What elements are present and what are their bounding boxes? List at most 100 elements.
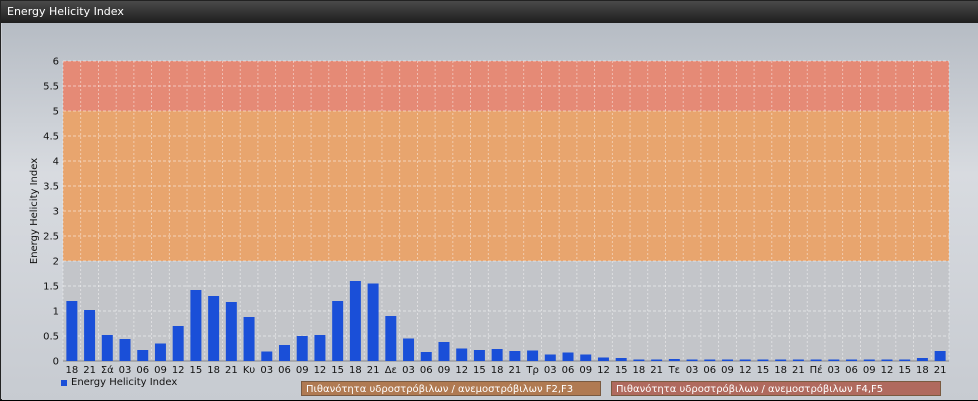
bar bbox=[704, 359, 716, 361]
x-tick-label: 21 bbox=[225, 365, 238, 376]
bar bbox=[66, 301, 78, 361]
x-tick-label: 09 bbox=[296, 365, 309, 376]
bar bbox=[597, 357, 609, 361]
bar bbox=[828, 359, 840, 361]
bar bbox=[544, 354, 556, 361]
x-tick-label: 15 bbox=[190, 365, 203, 376]
x-tick-label: 15 bbox=[757, 365, 770, 376]
x-tick-label: 18 bbox=[774, 365, 787, 376]
x-tick-label: 21 bbox=[508, 365, 521, 376]
bar bbox=[527, 350, 539, 361]
x-tick-label: 12 bbox=[172, 365, 185, 376]
bar bbox=[863, 359, 875, 361]
x-tick-label: 06 bbox=[420, 365, 433, 376]
bar bbox=[580, 354, 592, 361]
bar bbox=[775, 359, 787, 361]
bar bbox=[296, 336, 308, 361]
x-tick-label: 09 bbox=[154, 365, 167, 376]
y-tick-label: 4.5 bbox=[43, 132, 59, 143]
x-tick-label: 06 bbox=[703, 365, 716, 376]
x-tick-label: 21 bbox=[650, 365, 663, 376]
y-tick-label: 5.5 bbox=[43, 82, 59, 93]
x-tick-label: 15 bbox=[898, 365, 911, 376]
x-tick-label: 09 bbox=[579, 365, 592, 376]
bar bbox=[899, 359, 911, 361]
y-tick-label: 3.5 bbox=[43, 182, 59, 193]
x-tick-label: 03 bbox=[544, 365, 557, 376]
x-tick-label: 03 bbox=[402, 365, 415, 376]
y-tick-label: 6 bbox=[53, 57, 59, 68]
bar bbox=[686, 359, 698, 361]
bar bbox=[261, 351, 273, 361]
bar bbox=[385, 316, 397, 361]
bar bbox=[438, 342, 450, 361]
bar bbox=[562, 352, 574, 361]
bar bbox=[420, 352, 432, 361]
y-tick-label: 5 bbox=[53, 107, 59, 118]
x-tick-label: 12 bbox=[314, 365, 327, 376]
y-tick-label: 4 bbox=[53, 157, 59, 168]
bar bbox=[757, 359, 769, 361]
bar bbox=[225, 302, 237, 361]
bar bbox=[332, 301, 344, 361]
legend-swatch bbox=[61, 379, 67, 386]
x-tick-label: 18 bbox=[633, 365, 646, 376]
bar bbox=[473, 350, 485, 361]
bar bbox=[119, 339, 131, 361]
bar bbox=[792, 359, 804, 361]
bar bbox=[84, 310, 96, 361]
bar bbox=[491, 349, 503, 361]
x-tick-label: 06 bbox=[562, 365, 575, 376]
y-axis-label: Energy Helicity Index bbox=[29, 158, 40, 264]
y-tick-label: 0 bbox=[53, 357, 59, 368]
x-tick-label: 06 bbox=[136, 365, 149, 376]
x-tick-label: 18 bbox=[207, 365, 220, 376]
bar bbox=[190, 290, 202, 361]
x-tick-label: 12 bbox=[881, 365, 894, 376]
bar bbox=[846, 359, 858, 361]
bar bbox=[172, 326, 184, 361]
bar bbox=[881, 359, 893, 361]
x-tick-label: 21 bbox=[934, 365, 947, 376]
bar bbox=[916, 358, 928, 361]
legend-series-label: Energy Helicity Index bbox=[71, 377, 178, 388]
bar bbox=[810, 359, 822, 361]
x-tick-label: 09 bbox=[438, 365, 451, 376]
x-tick-label: 12 bbox=[455, 365, 468, 376]
x-tick-label: Τρ bbox=[525, 365, 538, 376]
x-tick-label: Κυ bbox=[243, 365, 256, 376]
y-tick-label: 0.5 bbox=[43, 332, 59, 343]
bar bbox=[934, 351, 946, 361]
x-tick-label: 21 bbox=[367, 365, 380, 376]
x-tick-label: 12 bbox=[597, 365, 610, 376]
bar bbox=[314, 335, 326, 361]
x-tick-label: 15 bbox=[473, 365, 486, 376]
chart-svg: 0 0.5 1 1.5 2 2.5 3 3.5 4 4.5 5 5.5 6 Energy Helicity… bbox=[29, 57, 950, 376]
band-legend-f2f3: Πιθανότητα υδροστρόβιλων / ανεμοστρόβιλω… bbox=[301, 381, 601, 396]
chart-window: Energy Helicity Index 0 0.5 1 1.5 2 2.5 3 3.5 4 4… bbox=[0, 0, 978, 400]
y-tick-label: 2 bbox=[53, 257, 59, 268]
bar bbox=[208, 296, 220, 361]
y-tick-label: 3 bbox=[53, 207, 59, 218]
x-tick-label: 03 bbox=[260, 365, 273, 376]
x-tick-label: Δε bbox=[385, 365, 397, 376]
bar bbox=[739, 359, 751, 361]
x-tick-label: 18 bbox=[491, 365, 504, 376]
x-tick-label: 18 bbox=[65, 365, 78, 376]
bar bbox=[403, 338, 415, 361]
bar bbox=[651, 359, 663, 361]
x-tick-label: 03 bbox=[119, 365, 132, 376]
x-tick-label: 21 bbox=[83, 365, 96, 376]
x-tick-label: 21 bbox=[792, 365, 805, 376]
x-tick-label: 18 bbox=[349, 365, 362, 376]
bar bbox=[722, 359, 733, 361]
chart-legend: Energy Helicity Index bbox=[61, 377, 177, 388]
y-tick-label: 2.5 bbox=[43, 232, 59, 243]
bar bbox=[101, 335, 113, 361]
y-tick-label: 1.5 bbox=[43, 282, 59, 293]
x-tick-label: 15 bbox=[331, 365, 344, 376]
x-tick-label: 06 bbox=[278, 365, 291, 376]
bar bbox=[137, 350, 149, 361]
bar bbox=[456, 348, 468, 361]
x-tick-label: 15 bbox=[615, 365, 628, 376]
